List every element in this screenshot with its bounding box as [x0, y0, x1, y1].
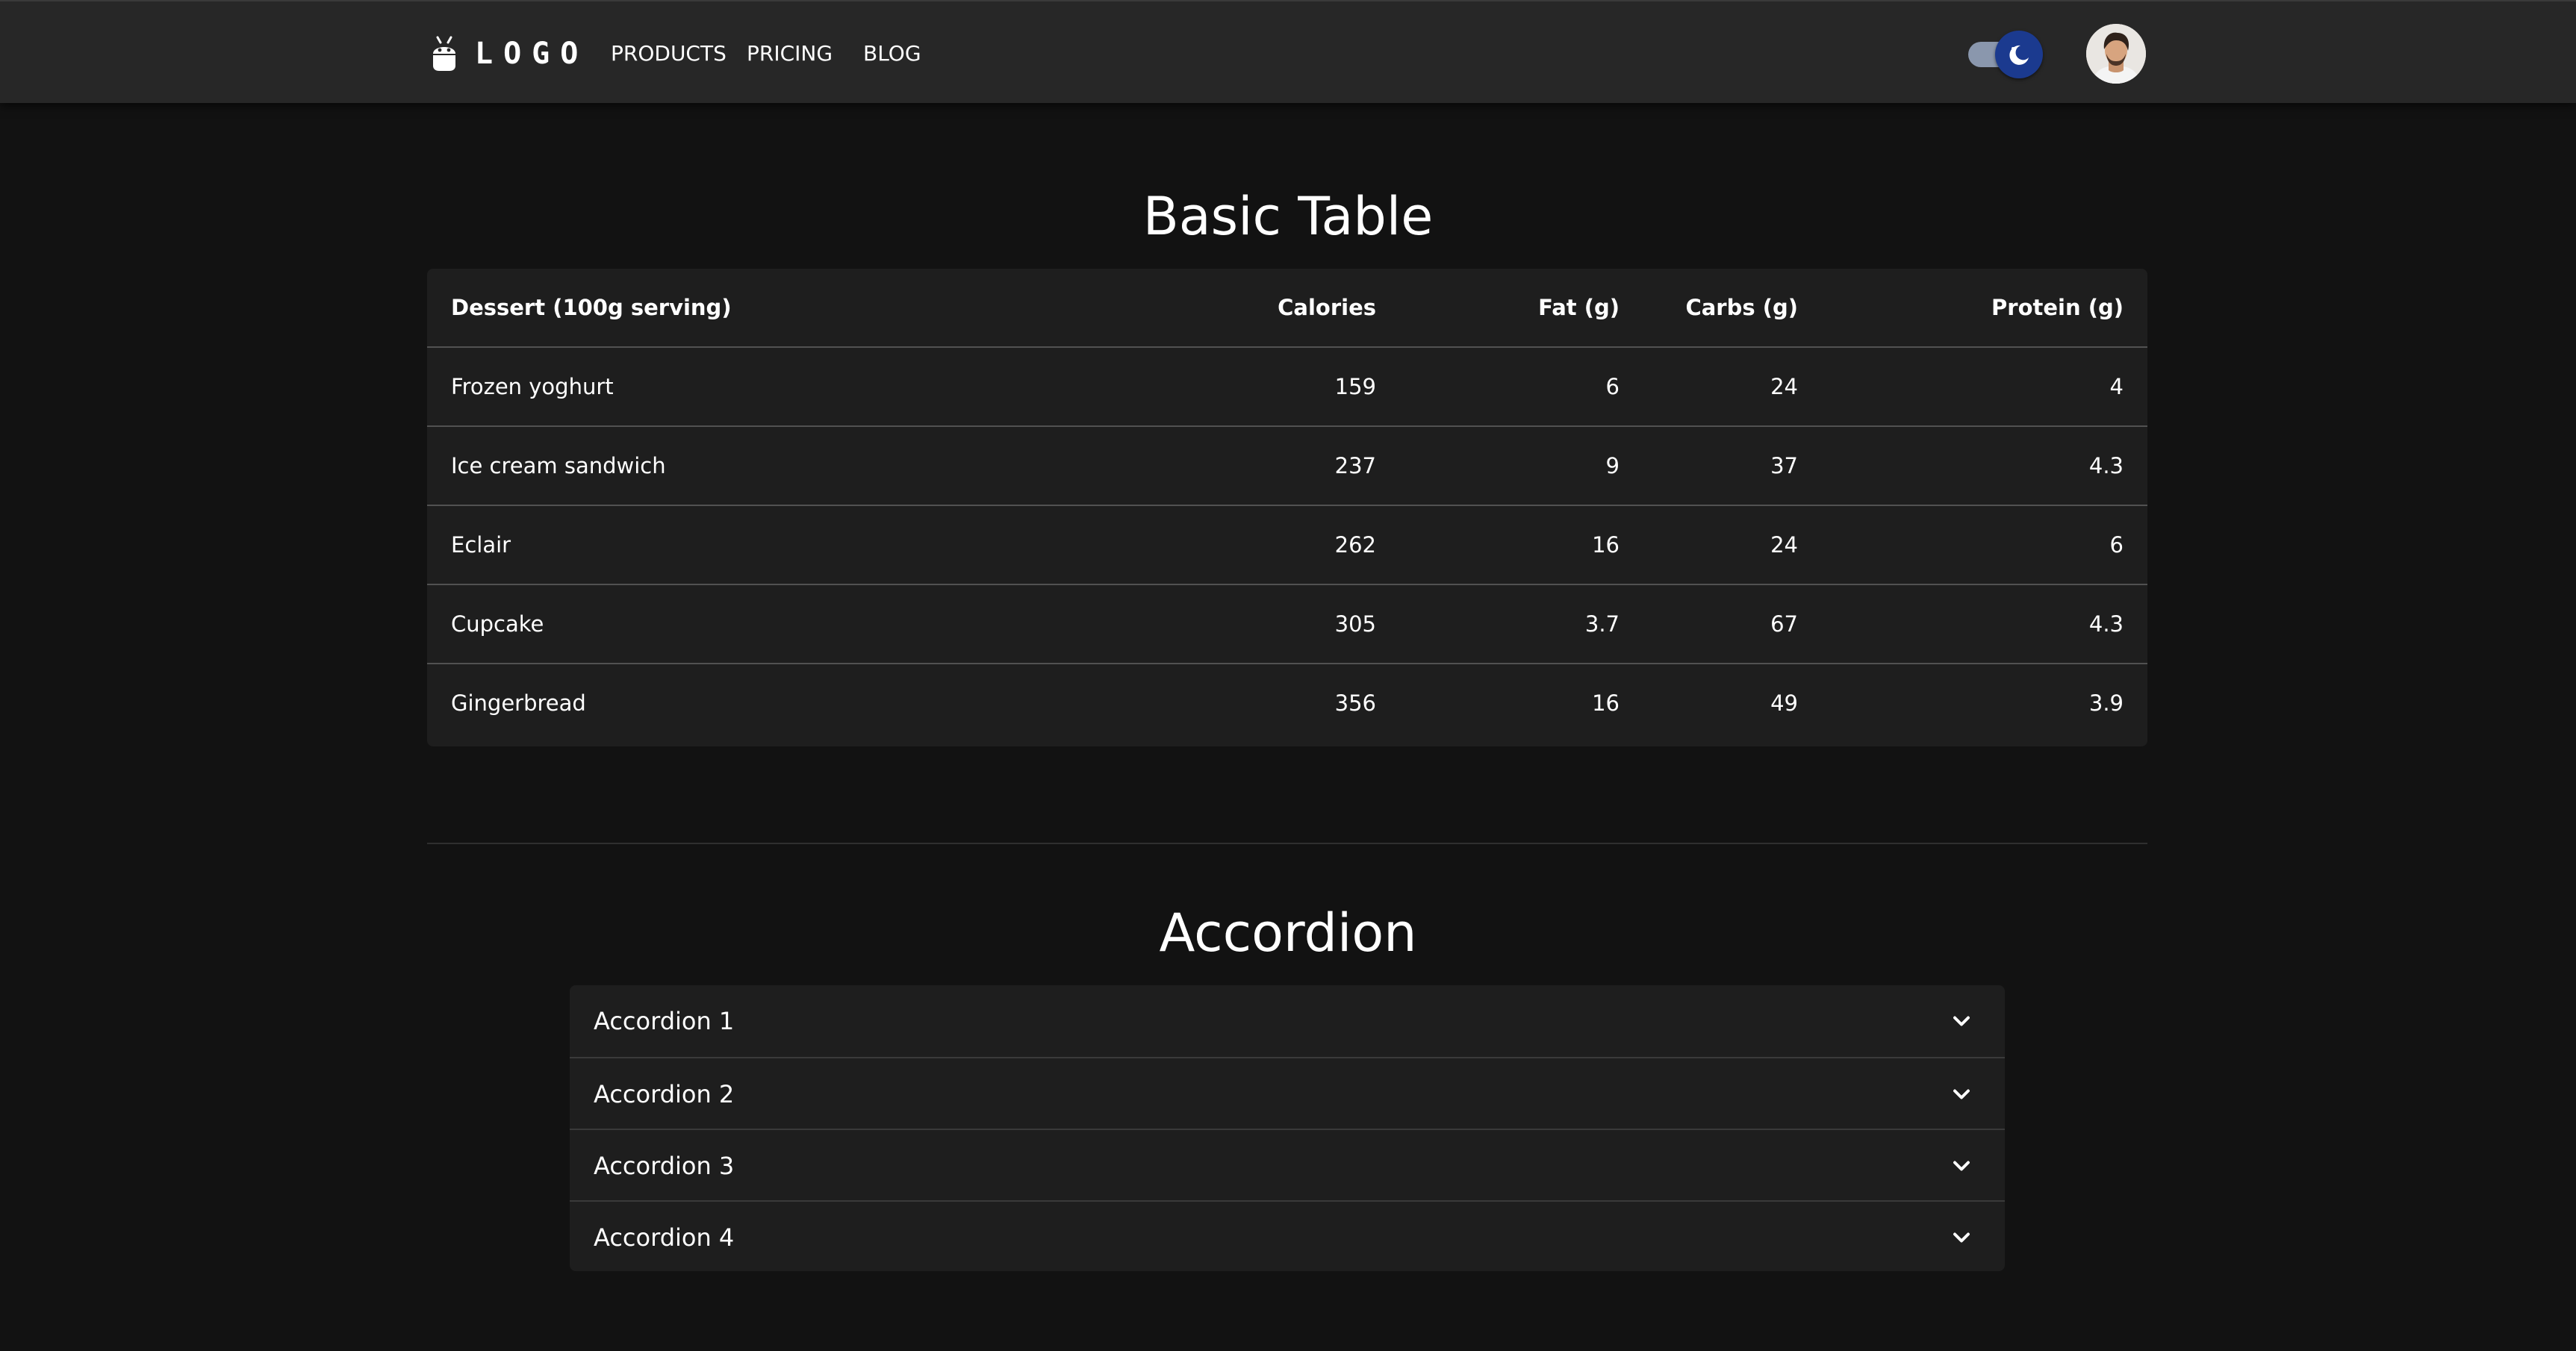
- cell-calories: 305: [1334, 611, 1376, 637]
- table-header-row: Dessert (100g serving) Calories Fat (g) …: [427, 269, 2147, 348]
- column-header-dessert: Dessert (100g serving): [451, 295, 732, 320]
- cell-carbs: 37: [1770, 453, 1798, 478]
- cell-fat: 3.7: [1584, 611, 1620, 637]
- nav-products-link[interactable]: PRODUCTS: [611, 39, 727, 69]
- cell-protein: 4: [2109, 374, 2124, 399]
- cell-protein: 4.3: [2088, 611, 2124, 637]
- column-header-fat: Fat (g): [1538, 295, 1620, 320]
- cell-carbs: 24: [1770, 374, 1798, 399]
- basic-table: Dessert (100g serving) Calories Fat (g) …: [427, 269, 2147, 746]
- table-row: Gingerbread 356 16 49 3.9: [427, 664, 2147, 743]
- cell-calories: 237: [1334, 453, 1376, 478]
- accordion-item-1[interactable]: Accordion 1: [570, 985, 2005, 1057]
- cell-carbs: 49: [1770, 690, 1798, 716]
- cell-calories: 262: [1334, 532, 1376, 558]
- table-row: Eclair 262 16 24 6: [427, 506, 2147, 585]
- cell-fat: 6: [1605, 374, 1620, 399]
- accordion-item-4[interactable]: Accordion 4: [570, 1200, 2005, 1271]
- chevron-down-icon[interactable]: [1948, 1081, 1975, 1108]
- table-row: Ice cream sandwich 237 9 37 4.3: [427, 427, 2147, 506]
- column-header-carbs: Carbs (g): [1685, 295, 1798, 320]
- accordion-item-label: Accordion 4: [594, 1223, 735, 1252]
- cell-dessert: Eclair: [451, 532, 511, 558]
- dark-mode-moon-icon: [2009, 45, 2029, 65]
- accordion: Accordion 1 Accordion 2 Accordion 3 Acco…: [570, 985, 2005, 1271]
- cell-carbs: 67: [1770, 611, 1798, 637]
- cell-dessert: Frozen yoghurt: [451, 374, 614, 399]
- nav-blog-link[interactable]: BLOG: [863, 39, 921, 69]
- chevron-down-icon[interactable]: [1948, 1224, 1975, 1251]
- cell-calories: 356: [1334, 690, 1376, 716]
- accordion-item-label: Accordion 1: [594, 1007, 735, 1035]
- cell-carbs: 24: [1770, 532, 1798, 558]
- logo-text[interactable]: LOGO: [475, 34, 588, 73]
- cell-dessert: Cupcake: [451, 611, 544, 637]
- cell-calories: 159: [1334, 374, 1376, 399]
- cell-protein: 3.9: [2088, 690, 2124, 716]
- cell-protein: 4.3: [2088, 453, 2124, 478]
- cell-fat: 16: [1592, 690, 1620, 716]
- app-bar: LOGO PRODUCTS PRICING BLOG: [0, 0, 2576, 103]
- accordion-item-2[interactable]: Accordion 2: [570, 1057, 2005, 1129]
- accordion-item-label: Accordion 2: [594, 1080, 735, 1108]
- table-row: Frozen yoghurt 159 6 24 4: [427, 348, 2147, 427]
- cell-dessert: Gingerbread: [451, 690, 586, 716]
- cell-fat: 9: [1605, 453, 1620, 478]
- accordion-item-label: Accordion 3: [594, 1152, 735, 1180]
- accordion-item-3[interactable]: Accordion 3: [570, 1129, 2005, 1200]
- column-header-protein: Protein (g): [1991, 295, 2124, 320]
- section-divider: [427, 843, 2147, 844]
- basic-table-title: Basic Table: [1142, 186, 1434, 247]
- table-row: Cupcake 305 3.7 67 4.3: [427, 585, 2147, 664]
- cell-protein: 6: [2109, 532, 2124, 558]
- android-icon: [433, 36, 455, 71]
- accordion-title: Accordion: [1159, 902, 1417, 964]
- cell-dessert: Ice cream sandwich: [451, 453, 666, 478]
- chevron-down-icon[interactable]: [1948, 1008, 1975, 1035]
- user-avatar[interactable]: [2086, 24, 2146, 84]
- nav-pricing-link[interactable]: PRICING: [747, 39, 833, 69]
- chevron-down-icon[interactable]: [1948, 1152, 1975, 1179]
- column-header-calories: Calories: [1278, 295, 1376, 320]
- avatar-image: [2086, 24, 2146, 84]
- cell-fat: 16: [1592, 532, 1620, 558]
- theme-toggle[interactable]: [1995, 31, 2043, 78]
